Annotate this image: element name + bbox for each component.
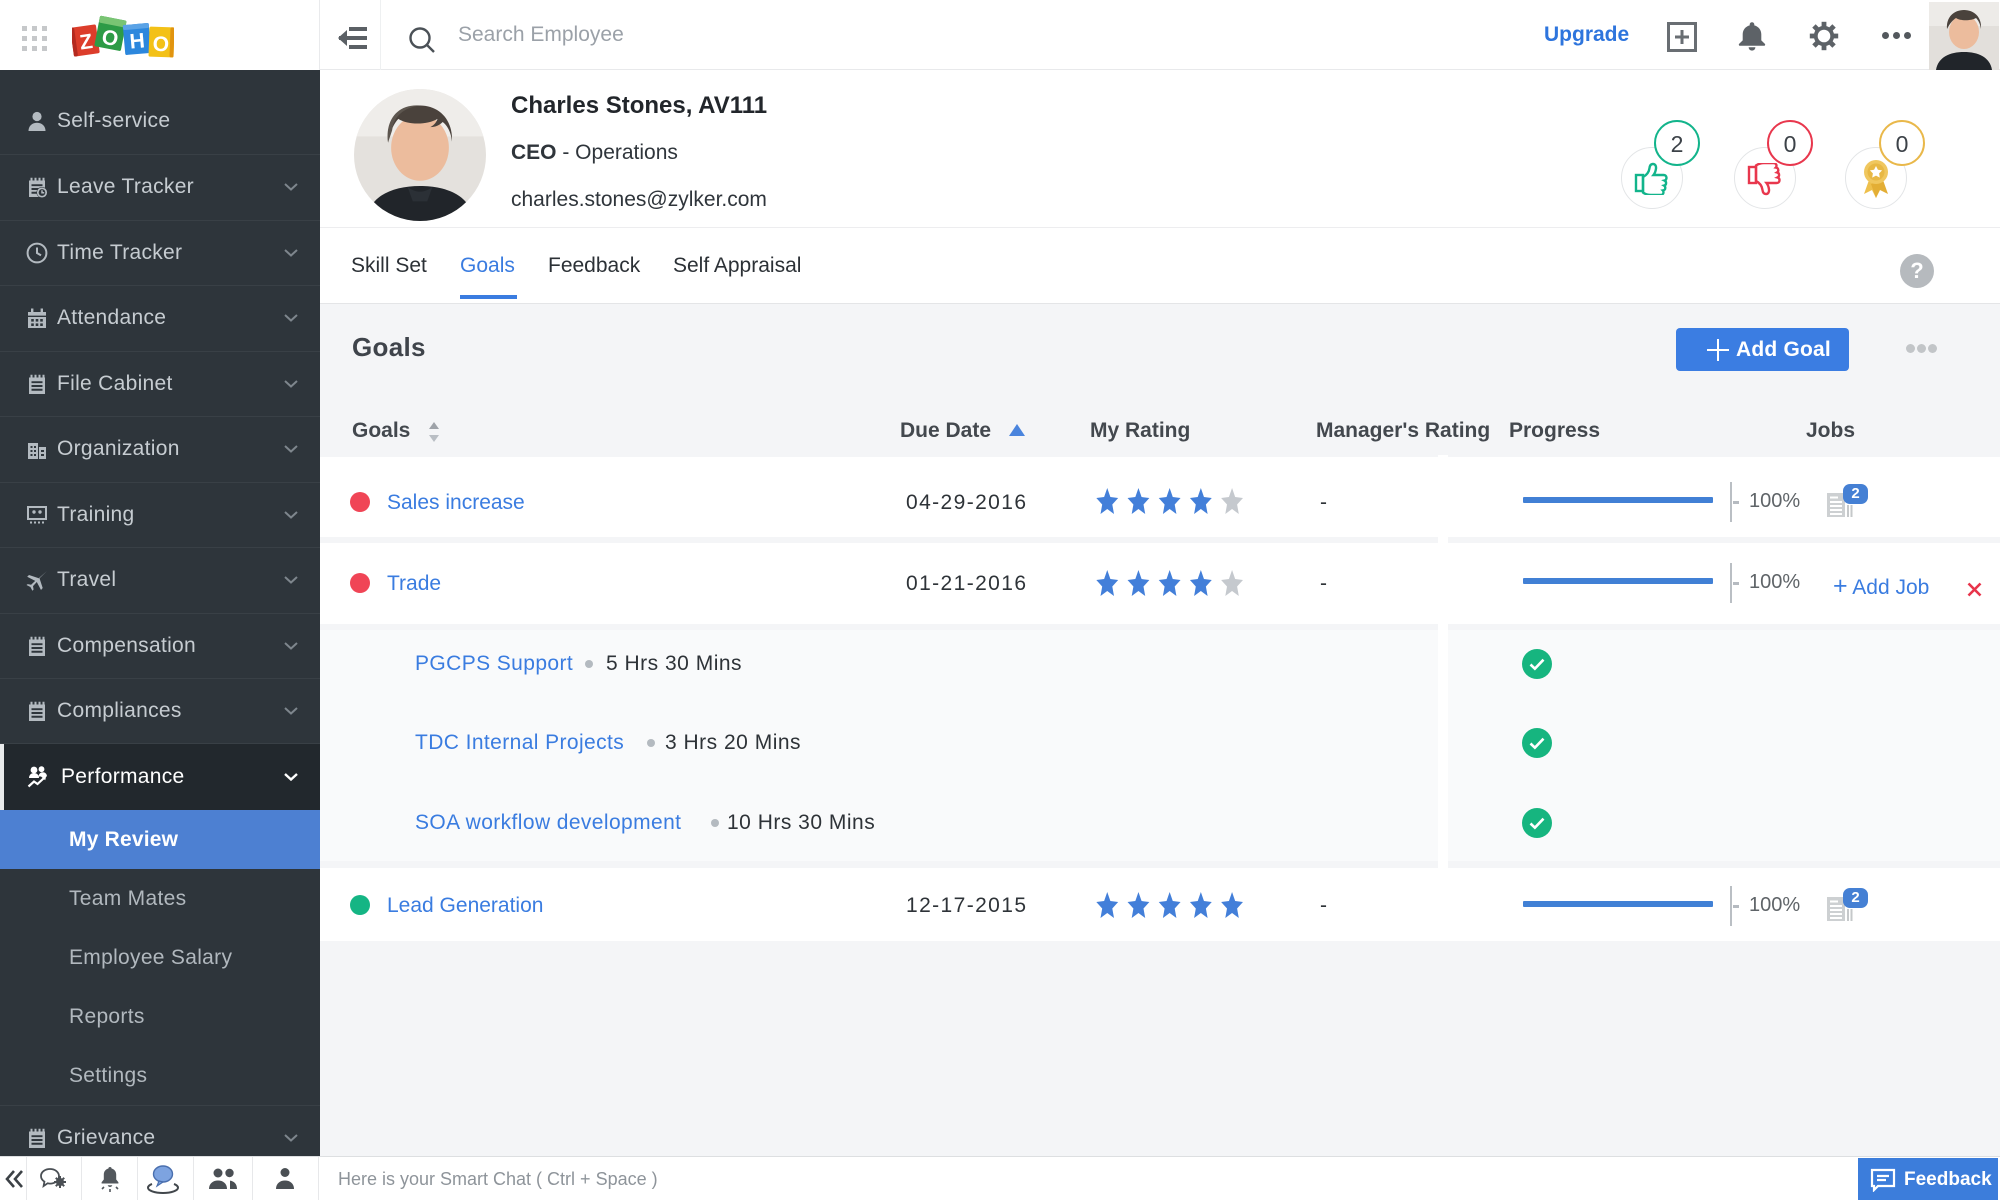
svg-text:H: H bbox=[129, 29, 146, 53]
svg-text:O: O bbox=[152, 33, 169, 57]
